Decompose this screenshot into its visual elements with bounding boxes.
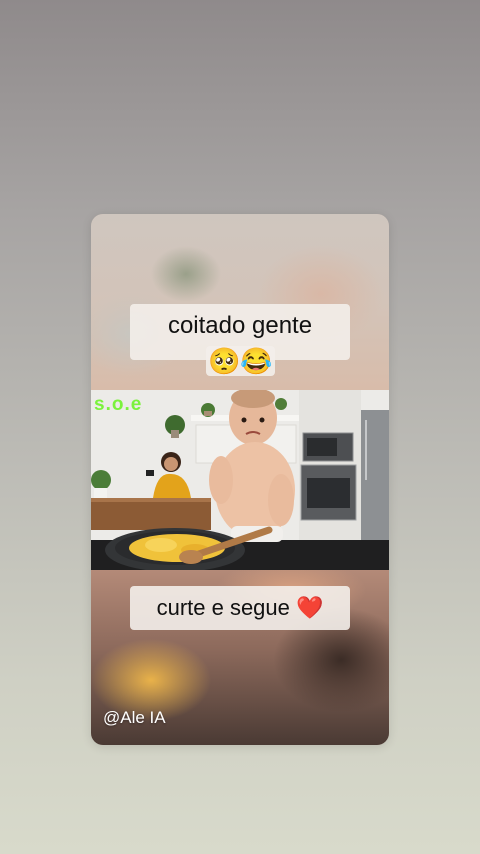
- caption-top-text: coitado gente: [167, 312, 313, 339]
- caption-bottom: curte e segue ❤️: [130, 586, 350, 630]
- watermark-text: s.o.e: [94, 394, 143, 415]
- caption-top: coitado gente 🥺😂: [130, 304, 350, 376]
- video-card[interactable]: s.o.e coitado gente 🥺😂 curte e segue ❤️ …: [91, 214, 389, 745]
- pleading-laughing-emoji: 🥺😂: [206, 346, 275, 376]
- video-frame-image: s.o.e: [91, 390, 389, 570]
- caption-bottom-text: curte e segue: [156, 595, 290, 620]
- kitchen-scene-illustration: [91, 390, 389, 570]
- heart-icon: ❤️: [296, 595, 324, 620]
- author-handle[interactable]: @Ale IA: [103, 708, 166, 728]
